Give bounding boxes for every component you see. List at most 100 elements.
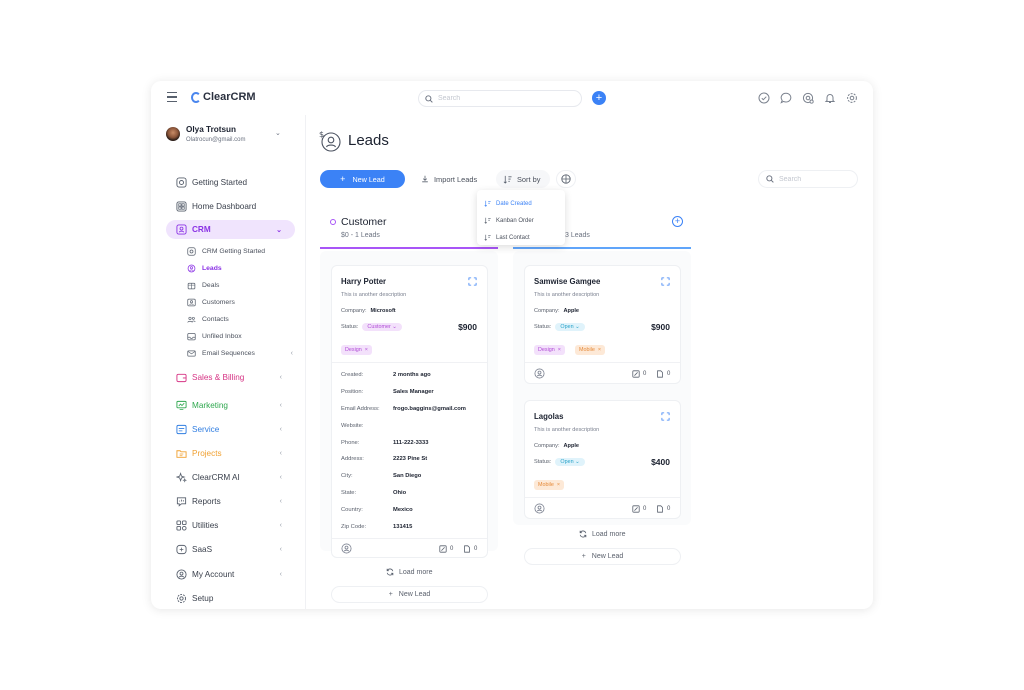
- saas-icon: [176, 544, 187, 555]
- new-lead-label: New Lead: [591, 553, 624, 560]
- expand-icon[interactable]: [661, 412, 670, 421]
- load-more-button[interactable]: Load more: [386, 568, 432, 576]
- menu-icon[interactable]: [167, 92, 177, 102]
- notes-count[interactable]: 0: [632, 370, 646, 378]
- field-value: Ohio: [393, 490, 407, 496]
- sidebar-subitem-deals[interactable]: Deals: [187, 278, 287, 292]
- remove-tag-icon[interactable]: ×: [365, 347, 368, 353]
- column-name: Customer: [341, 216, 387, 228]
- chevron-left-icon: ‹: [279, 571, 282, 578]
- global-search[interactable]: [418, 90, 582, 107]
- sidebar-subitem-customers[interactable]: Customers: [187, 295, 287, 309]
- user-email: Olatrocun@gmail.com: [186, 137, 246, 143]
- view-toggle-button[interactable]: [556, 170, 576, 188]
- sidebar-item-label: Getting Started: [192, 178, 248, 187]
- status-select[interactable]: Open ⌄: [555, 323, 585, 331]
- support-icon[interactable]: [802, 92, 814, 104]
- gear-icon[interactable]: [846, 92, 858, 104]
- sidebar-item-getting-started[interactable]: Getting Started: [166, 173, 295, 192]
- logo[interactable]: ClearCRM: [191, 91, 256, 103]
- expand-icon[interactable]: [468, 277, 477, 286]
- sort-option-kanban-order[interactable]: Kanban Order: [477, 212, 565, 229]
- sidebar-subitem-leads[interactable]: Leads: [187, 261, 287, 275]
- lead-company: Company: Apple: [534, 443, 579, 449]
- add-to-column-button[interactable]: +: [672, 216, 683, 227]
- status-select[interactable]: Customer ⌄: [362, 323, 402, 331]
- note-icon: [632, 505, 640, 513]
- sidebar-item-marketing[interactable]: Marketing ‹: [166, 396, 295, 415]
- sort-option-date-created[interactable]: Date Created: [477, 195, 565, 212]
- sidebar-item-sales-billing[interactable]: Sales & Billing ‹: [166, 368, 295, 387]
- add-button[interactable]: +: [592, 91, 606, 105]
- sidebar-item-reports[interactable]: Reports ‹: [166, 492, 295, 511]
- bell-icon[interactable]: [824, 92, 836, 104]
- sidebar-item-my-account[interactable]: My Account ‹: [166, 565, 295, 584]
- user-profile[interactable]: Olya Trotsun Olatrocun@gmail.com ⌄: [166, 124, 286, 154]
- remove-tag-icon[interactable]: ×: [557, 482, 560, 488]
- notes-count[interactable]: 0: [439, 545, 453, 553]
- load-more-label: Load more: [399, 568, 433, 576]
- sidebar-subitem-email-sequences[interactable]: Email Sequences ‹: [187, 346, 293, 360]
- sidebar-item-saas[interactable]: SaaS ‹: [166, 540, 295, 559]
- load-more-button[interactable]: Load more: [579, 530, 625, 538]
- import-leads-button[interactable]: Import Leads: [421, 170, 483, 188]
- add-new-lead-button[interactable]: + New Lead: [524, 548, 681, 565]
- app-window: ClearCRM + Olya Trotsun Olatrocun@gmail.…: [151, 81, 873, 609]
- files-count[interactable]: 0: [656, 370, 670, 378]
- sidebar-subitem-unfiled-inbox[interactable]: Unfiled Inbox: [187, 329, 287, 343]
- lead-card-samwise-gamgee[interactable]: Samwise Gamgee This is another descripti…: [524, 265, 681, 384]
- plus-icon: +: [340, 174, 346, 184]
- sidebar-subitem-contacts[interactable]: Contacts: [187, 312, 287, 326]
- tag-mobile: Mobile ×: [575, 345, 606, 355]
- sidebar-item-clearcrm-ai[interactable]: ClearCRM AI ‹: [166, 468, 295, 487]
- notes-count[interactable]: 0: [632, 505, 646, 513]
- file-icon: [657, 370, 663, 378]
- search-icon: [425, 94, 433, 103]
- field-label: Company:: [534, 308, 560, 314]
- sidebar-subitem-crm-getting-started[interactable]: CRM Getting Started: [187, 244, 287, 258]
- lead-card-lagolas[interactable]: Lagolas This is another description Comp…: [524, 400, 681, 519]
- new-lead-button[interactable]: + New Lead: [320, 170, 405, 188]
- dashboard-icon: [176, 201, 187, 212]
- sidebar-item-label: My Account: [192, 570, 235, 579]
- sidebar-item-home-dashboard[interactable]: Home Dashboard: [166, 197, 295, 216]
- field-label: Website:: [341, 423, 364, 429]
- sort-option-last-contact[interactable]: Last Contact: [477, 229, 565, 246]
- user-circle-icon[interactable]: [534, 368, 545, 379]
- check-circle-icon[interactable]: [758, 92, 770, 104]
- chevron-down-icon[interactable]: ⌄: [275, 129, 281, 137]
- sidebar-item-utilities[interactable]: Utilities ‹: [166, 516, 295, 535]
- lead-price: $400: [651, 457, 670, 467]
- sort-by-button[interactable]: Sort by: [496, 170, 550, 188]
- files-count[interactable]: 0: [463, 545, 477, 553]
- reports-icon: [176, 497, 187, 507]
- user-circle-icon[interactable]: [534, 503, 545, 514]
- sort-option-label: Last Contact: [496, 234, 530, 241]
- field-value[interactable]: 111-222-3333: [393, 440, 428, 446]
- remove-tag-icon[interactable]: ×: [558, 347, 561, 353]
- add-new-lead-button[interactable]: + New Lead: [331, 586, 488, 603]
- field-label: Email Address:: [341, 406, 380, 412]
- lead-card-harry-potter[interactable]: Harry Potter This is another description…: [331, 265, 488, 558]
- lead-company: Company: Microsoft: [341, 308, 396, 314]
- global-search-input[interactable]: [438, 95, 558, 102]
- field-value[interactable]: frogo.baggins@gmail.com: [393, 406, 466, 412]
- chat-icon[interactable]: [780, 92, 792, 104]
- status-value: Open: [560, 324, 574, 330]
- expand-icon[interactable]: [661, 277, 670, 286]
- board-search[interactable]: [758, 170, 858, 188]
- sidebar-item-crm[interactable]: CRM ⌄: [166, 220, 295, 239]
- status-select[interactable]: Open ⌄: [555, 458, 585, 466]
- sidebar-item-service[interactable]: Service ‹: [166, 420, 295, 439]
- refresh-icon: [579, 530, 587, 538]
- board-search-input[interactable]: [779, 175, 849, 183]
- sidebar-item-label: Home Dashboard: [192, 202, 257, 211]
- folder-icon: [176, 450, 187, 458]
- sidebar-item-setup[interactable]: Setup: [166, 589, 295, 608]
- sidebar-item-projects[interactable]: Projects ‹: [166, 444, 295, 463]
- user-circle-icon[interactable]: [341, 543, 352, 554]
- remove-tag-icon[interactable]: ×: [598, 347, 601, 353]
- sidebar: Olya Trotsun Olatrocun@gmail.com ⌄ Getti…: [151, 115, 306, 609]
- column-status-dot: [330, 219, 336, 225]
- files-count[interactable]: 0: [656, 505, 670, 513]
